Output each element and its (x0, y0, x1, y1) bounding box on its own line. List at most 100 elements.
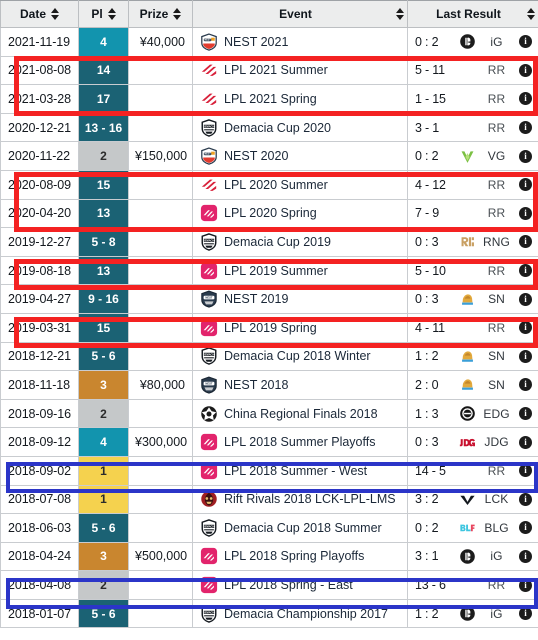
lck-logo (459, 491, 476, 508)
info-icon[interactable]: i (519, 378, 532, 392)
none (459, 462, 476, 479)
event-link[interactable]: LPL 2018 Spring Playoffs (224, 549, 364, 563)
cell-placement: 9 - 16 (78, 284, 129, 314)
table-header: Date Pl Prize Event Last Result (0, 0, 538, 28)
table-row[interactable]: 2020-12-21 13 - 16 DEMACIA Demacia Cup 2020… (0, 112, 538, 143)
event-link[interactable]: LPL 2019 Summer (224, 264, 328, 278)
opponent-name: RR (487, 463, 506, 478)
info-icon[interactable]: i (519, 235, 532, 249)
cell-last-result: 5 - 11 RR i (407, 55, 538, 86)
results-table-page: Date Pl Prize Event Last Result 2021-11-… (0, 0, 538, 640)
info-icon[interactable]: i (519, 206, 532, 220)
event-link[interactable]: Demacia Cup 2019 (224, 235, 331, 249)
event-link[interactable]: NEST 2019 (224, 292, 288, 306)
cell-event: DEMACIA Demacia Cup 2019 (192, 227, 408, 257)
info-icon[interactable]: i (519, 407, 532, 421)
placement-badge: 13 - 16 (79, 114, 128, 141)
info-icon[interactable]: i (519, 63, 532, 77)
placement-badge: 17 (79, 85, 128, 113)
column-header-date[interactable]: Date (0, 0, 79, 28)
info-icon[interactable]: i (519, 578, 532, 592)
info-icon[interactable]: i (519, 435, 532, 449)
column-header-last-result-label: Last Result (436, 7, 501, 21)
event-link[interactable]: Demacia Championship 2017 (224, 607, 388, 621)
event-link[interactable]: Rift Rivals 2018 LCK-LPL-LMS (224, 492, 396, 506)
table-row[interactable]: 2020-08-09 15 LPL 2020 Summer 4 - 12 RR i (0, 169, 538, 200)
info-icon[interactable]: i (519, 264, 532, 278)
table-row[interactable]: 2021-08-08 14 LPL 2021 Summer 5 - 11 RR i (0, 55, 538, 86)
event-link[interactable]: LPL 2021 Summer (224, 63, 328, 77)
cell-event: LPL 2020 Spring (192, 198, 408, 229)
event-link[interactable]: Demacia Cup 2020 (224, 121, 331, 135)
placement-badge: 13 (79, 200, 128, 227)
info-icon[interactable]: i (519, 178, 532, 192)
info-icon[interactable]: i (519, 321, 532, 335)
info-icon[interactable]: i (519, 149, 532, 163)
column-header-last-result[interactable]: Last Result (407, 0, 538, 28)
placement-badge: 2 (79, 142, 128, 170)
cell-last-result: 5 - 10 RR i (407, 255, 538, 286)
table-row[interactable]: 2018-09-16 2 China Regional Finals 2018 1 :… (0, 398, 538, 429)
table-row[interactable]: 2020-11-22 2 ¥150,000 NEST NEST 2020 0 : 2 VG i (0, 141, 538, 171)
info-icon[interactable]: i (519, 549, 532, 563)
info-icon[interactable]: i (519, 292, 532, 306)
sort-icon[interactable] (107, 8, 116, 20)
event-link[interactable]: Demacia Cup 2018 Summer (224, 521, 382, 535)
table-row[interactable]: 2018-11-18 3 ¥80,000 NEST NEST 2018 2 : 0 SN i (0, 370, 538, 400)
cell-date: 2018-09-02 (0, 455, 79, 486)
event-link[interactable]: NEST 2021 (224, 35, 288, 49)
demacia-logo: DEMACIA (200, 347, 218, 366)
event-link[interactable]: LPL 2018 Spring - East (224, 578, 353, 592)
event-link[interactable]: LPL 2018 Summer Playoffs (224, 435, 375, 449)
table-row[interactable]: 2018-01-07 5 - 6 DEMACIA Demacia Championsh… (0, 598, 538, 629)
event-link[interactable]: LPL 2020 Spring (224, 206, 317, 220)
table-row[interactable]: 2019-12-27 5 - 8 DEMACIA Demacia Cup 2019 0 … (0, 227, 538, 257)
event-link[interactable]: China Regional Finals 2018 (224, 407, 378, 421)
ig-logo (459, 548, 476, 565)
table-row[interactable]: 2018-04-08 2 LPL 2018 Spring - East 13 - 6 R… (0, 570, 538, 600)
cell-event: LPL 2019 Summer (192, 255, 408, 286)
info-icon[interactable]: i (519, 464, 532, 478)
cell-placement: 17 (78, 84, 129, 114)
info-icon[interactable]: i (519, 35, 532, 49)
table-row[interactable]: 2020-04-20 13 LPL 2020 Spring 7 - 9 RR i (0, 198, 538, 229)
table-row[interactable]: 2021-03-28 17 LPL 2021 Spring 1 - 15 RR i (0, 84, 538, 114)
lpl-box-logo (200, 462, 218, 480)
table-row[interactable]: 2018-07-08 1 Rift Rivals 2018 LCK-LPL-LMS 3… (0, 484, 538, 515)
event-link[interactable]: NEST 2018 (224, 378, 288, 392)
column-header-event[interactable]: Event (192, 0, 408, 28)
cell-last-result: 1 : 2 iG i (407, 598, 538, 629)
table-row[interactable]: 2018-06-03 5 - 6 DEMACIA Demacia Cup 2018 S… (0, 513, 538, 543)
lpl-box-logo (200, 433, 218, 451)
table-row[interactable]: 2021-11-19 4 ¥40,000 NEST NEST 2021 0 : 2 iG i (0, 27, 538, 57)
column-header-prize[interactable]: Prize (128, 0, 193, 28)
info-icon[interactable]: i (519, 349, 532, 363)
info-icon[interactable]: i (519, 121, 532, 135)
table-row[interactable]: 2018-04-24 3 ¥500,000 LPL 2018 Spring Playo… (0, 541, 538, 572)
sort-icon[interactable] (51, 8, 59, 20)
table-row[interactable]: 2018-12-21 5 - 6 DEMACIA Demacia Cup 2018 W… (0, 341, 538, 372)
event-link[interactable]: Demacia Cup 2018 Winter (224, 349, 371, 363)
table-row[interactable]: 2018-09-12 4 ¥300,000 LPL 2018 Summer Playo… (0, 427, 538, 457)
event-link[interactable]: NEST 2020 (224, 149, 288, 163)
sort-icon[interactable] (173, 8, 182, 20)
cell-event: LPL 2020 Summer (192, 169, 408, 200)
table-row[interactable]: 2019-04-27 9 - 16 NEST NEST 2019 0 : 3 SN i (0, 284, 538, 314)
match-score: 3 - 1 (415, 120, 440, 135)
column-header-placement[interactable]: Pl (78, 0, 129, 28)
table-row[interactable]: 2018-09-02 1 LPL 2018 Summer - West 14 - 5 R… (0, 455, 538, 486)
event-link[interactable]: LPL 2019 Spring (224, 321, 317, 335)
sort-icon[interactable] (396, 8, 404, 20)
cell-event: LPL 2021 Summer (192, 55, 408, 86)
table-row[interactable]: 2019-03-31 15 LPL 2019 Spring 4 - 11 RR i (0, 312, 538, 343)
event-link[interactable]: LPL 2021 Spring (224, 92, 317, 106)
event-link[interactable]: LPL 2018 Summer - West (224, 464, 367, 478)
cell-event: NEST NEST 2019 (192, 284, 408, 314)
table-row[interactable]: 2019-08-18 13 LPL 2019 Summer 5 - 10 RR i (0, 255, 538, 286)
event-link[interactable]: LPL 2020 Summer (224, 178, 328, 192)
info-icon[interactable]: i (519, 607, 532, 621)
sort-icon[interactable] (527, 8, 535, 20)
info-icon[interactable]: i (519, 492, 532, 506)
info-icon[interactable]: i (519, 92, 532, 106)
info-icon[interactable]: i (519, 521, 532, 535)
